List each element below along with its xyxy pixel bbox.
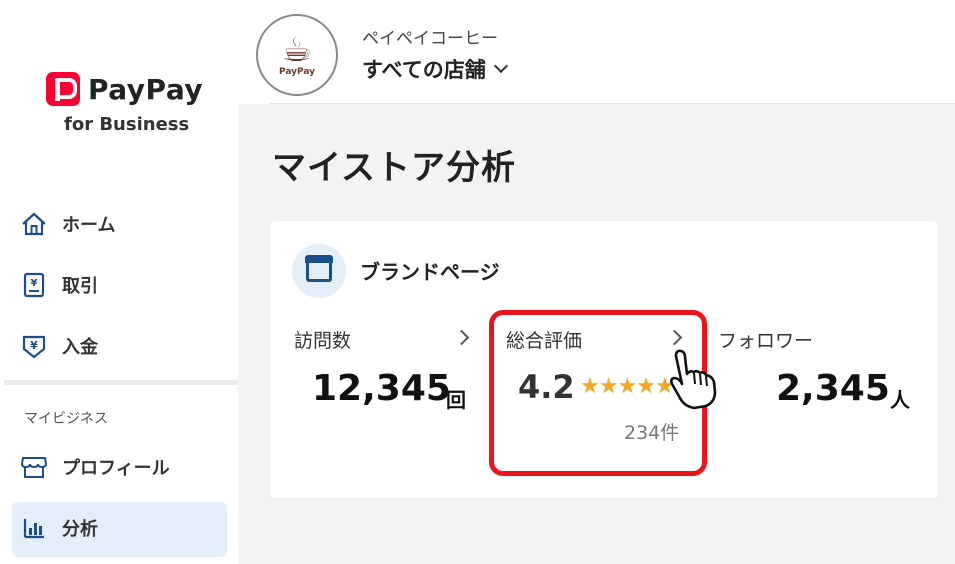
logo-text: PayPay: [88, 72, 204, 106]
sidebar-item-analytics[interactable]: 分析: [20, 508, 98, 548]
header-divider: [270, 103, 955, 104]
metric-visits-label[interactable]: 訪問数: [294, 326, 351, 353]
section-label-my-business: マイビジネス: [24, 411, 108, 427]
yen-shield-icon: ¥: [20, 332, 48, 360]
sidebar-item-label: プロフィール: [62, 458, 170, 479]
sidebar-item-transactions[interactable]: ¥ 取引: [20, 265, 98, 305]
brand-page-icon-circle: [292, 244, 346, 298]
store-selector[interactable]: すべての店舗: [362, 54, 508, 84]
sidebar-item-home[interactable]: ホーム: [20, 204, 115, 244]
receipt-icon: ¥: [20, 271, 48, 299]
store-name: ペイペイコーヒー: [362, 29, 498, 49]
avatar-text: PayPay: [278, 67, 316, 77]
storefront-icon: [20, 453, 48, 481]
sidebar-item-label: 入金: [62, 337, 98, 358]
metric-followers-unit: 人: [890, 388, 910, 412]
store-avatar[interactable]: ☕ PayPay: [256, 14, 338, 96]
chevron-down-icon: [493, 58, 508, 74]
bar-chart-icon: [20, 514, 48, 542]
paypay-logo[interactable]: PayPay: [46, 72, 203, 106]
metric-followers-value: 2,345: [776, 368, 890, 409]
paypay-logo-icon: [46, 72, 80, 106]
sidebar-item-profile[interactable]: プロフィール: [20, 447, 170, 487]
metric-visits-value: 12,345: [312, 368, 451, 409]
logo-subtitle: for Business: [64, 114, 190, 135]
store-selector-label: すべての店舗: [362, 58, 486, 82]
page-title: マイストア分析: [272, 148, 516, 188]
metric-visits-unit: 回: [446, 388, 466, 412]
card-title: ブランドページ: [360, 260, 500, 284]
svg-text:¥: ¥: [31, 278, 38, 289]
sidebar-item-label: ホーム: [62, 215, 116, 236]
svg-text:¥: ¥: [30, 339, 38, 352]
header-bar: [238, 0, 955, 104]
home-icon: [20, 210, 48, 238]
sidebar-item-label: 分析: [62, 519, 98, 540]
storefront-icon: [305, 255, 333, 282]
sidebar-item-deposits[interactable]: ¥ 入金: [20, 326, 98, 366]
sidebar-divider: [4, 380, 238, 385]
pointer-hand-icon: [670, 349, 717, 410]
sidebar-item-label: 取引: [62, 276, 98, 297]
coffee-cup-icon: ☕: [281, 30, 313, 70]
